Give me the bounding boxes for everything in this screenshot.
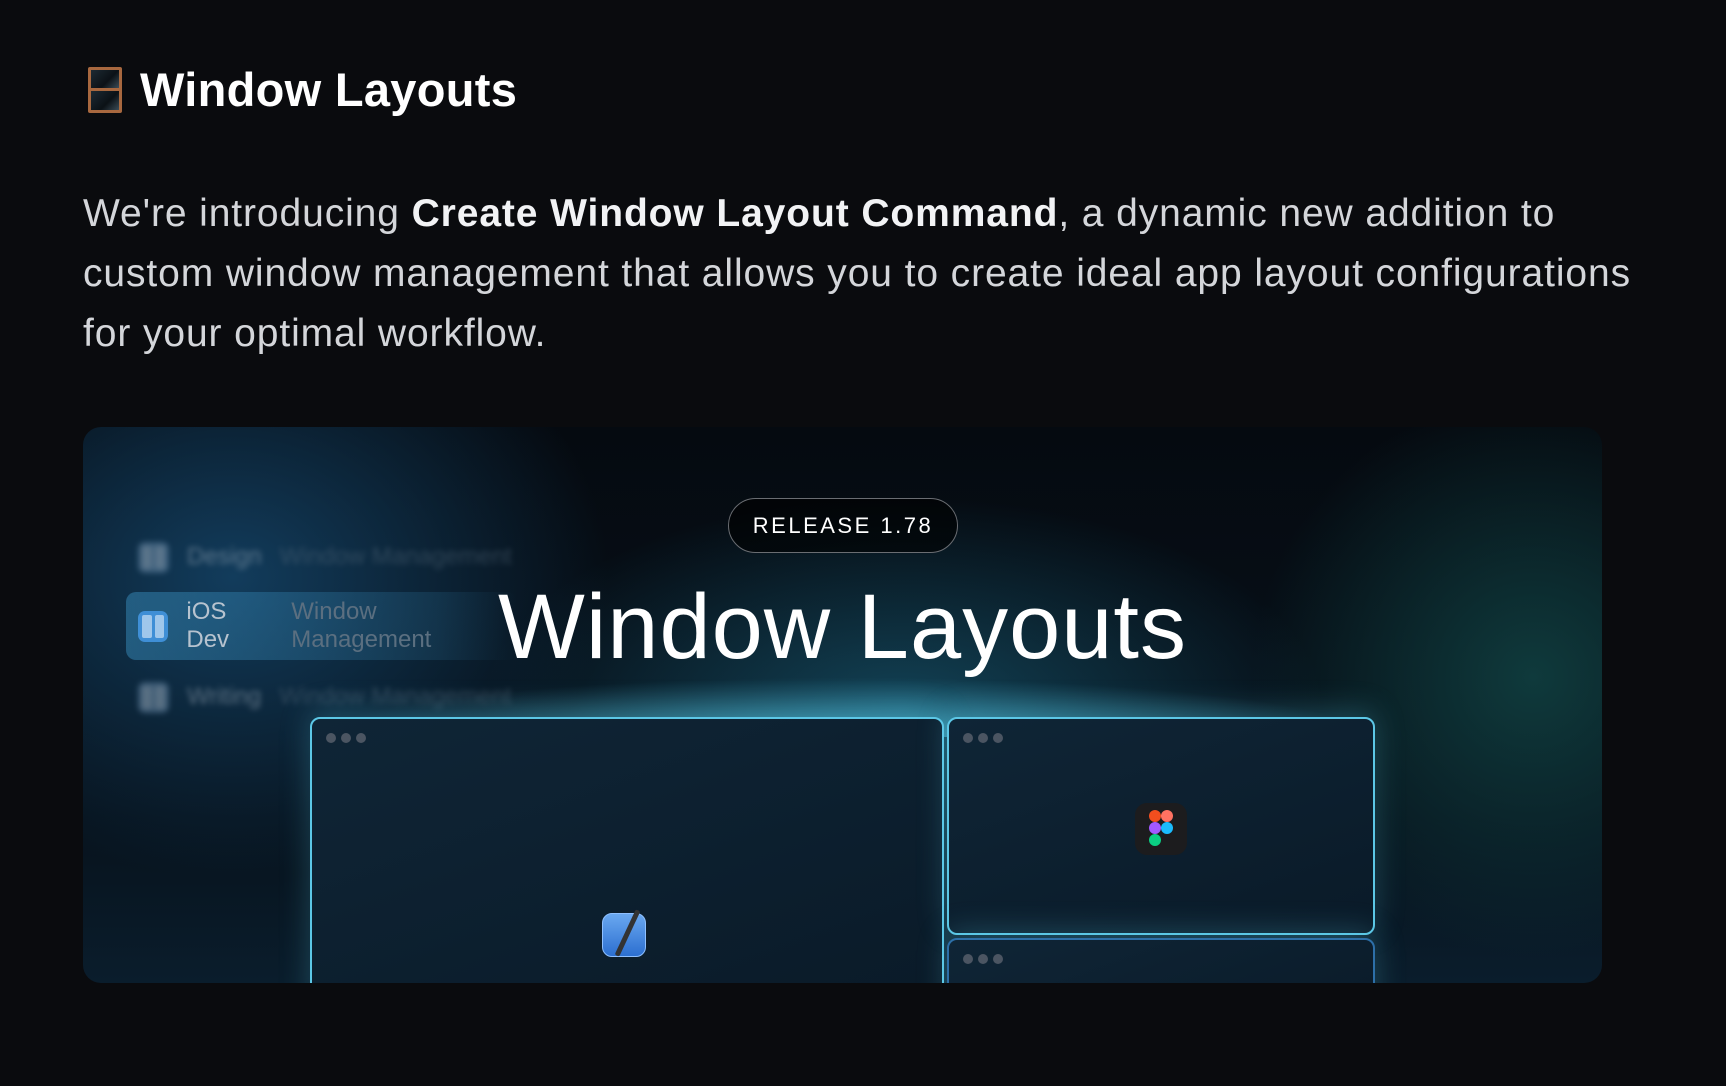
window-controls xyxy=(963,954,1003,964)
xcode-icon xyxy=(602,913,646,957)
window-icon xyxy=(88,66,122,113)
hero-image: Design Window Management iOS Dev Window … xyxy=(83,427,1602,983)
layout-icon xyxy=(138,681,169,713)
layout-icon xyxy=(138,541,169,573)
intro-paragraph: We're introducing Create Window Layout C… xyxy=(83,184,1643,364)
figma-icon xyxy=(1135,803,1187,855)
layout-subtitle: Window Management xyxy=(279,543,512,570)
layout-subtitle: Window Management xyxy=(279,683,512,710)
section-heading: Window Layouts xyxy=(88,62,517,117)
release-badge: RELEASE 1.78 xyxy=(728,498,958,553)
intro-bold-command: Create Window Layout Command xyxy=(411,192,1059,235)
intro-text: We're introducing xyxy=(83,192,412,235)
heading-title: Window Layouts xyxy=(140,63,518,116)
window-controls xyxy=(326,733,366,743)
hero-title: Window Layouts xyxy=(498,576,1187,678)
window-pane-bottom-right xyxy=(947,938,1375,983)
layout-name: Design xyxy=(187,543,262,570)
window-controls xyxy=(963,733,1003,743)
layout-name: Writing xyxy=(187,683,262,710)
